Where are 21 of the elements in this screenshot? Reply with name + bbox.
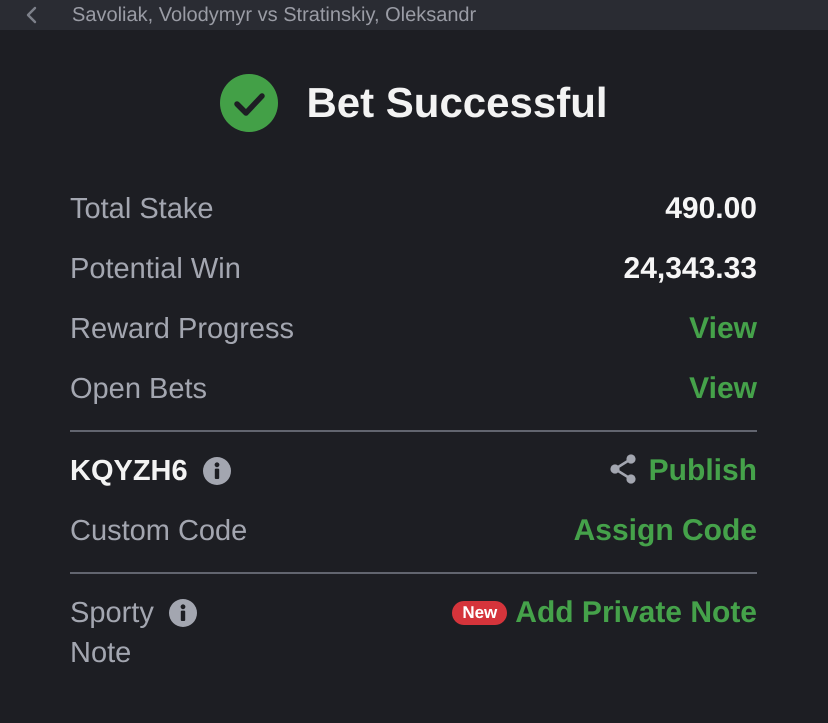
row-label: Open Bets (70, 372, 208, 407)
publish-link[interactable]: Publish (608, 451, 757, 491)
row-label: Total Stake (70, 192, 214, 227)
new-badge: New (452, 601, 508, 625)
amount-value: 490.00 (665, 191, 757, 227)
action-link[interactable]: Add Private Note (515, 593, 757, 633)
action-link[interactable]: View (689, 369, 757, 409)
booking-code: KQYZH6 (70, 454, 188, 489)
row-label: Reward Progress (70, 312, 294, 347)
info-icon[interactable] (202, 457, 231, 485)
amount-value: 24,343.33 (624, 251, 757, 287)
share-icon (608, 454, 637, 484)
row-label: Sporty Note (70, 596, 154, 671)
action-link[interactable]: Assign Code (574, 511, 757, 551)
row-label: Custom Code (70, 514, 248, 549)
info-icon[interactable] (168, 599, 197, 627)
success-check-icon (220, 74, 278, 132)
row-label: Potential Win (70, 252, 241, 287)
bet-status-title: Bet Successful (306, 78, 608, 128)
action-link[interactable]: View (689, 309, 757, 349)
match-title: Savoliak, Volodymyr vs Stratinskiy, Oleksandr (72, 3, 476, 28)
